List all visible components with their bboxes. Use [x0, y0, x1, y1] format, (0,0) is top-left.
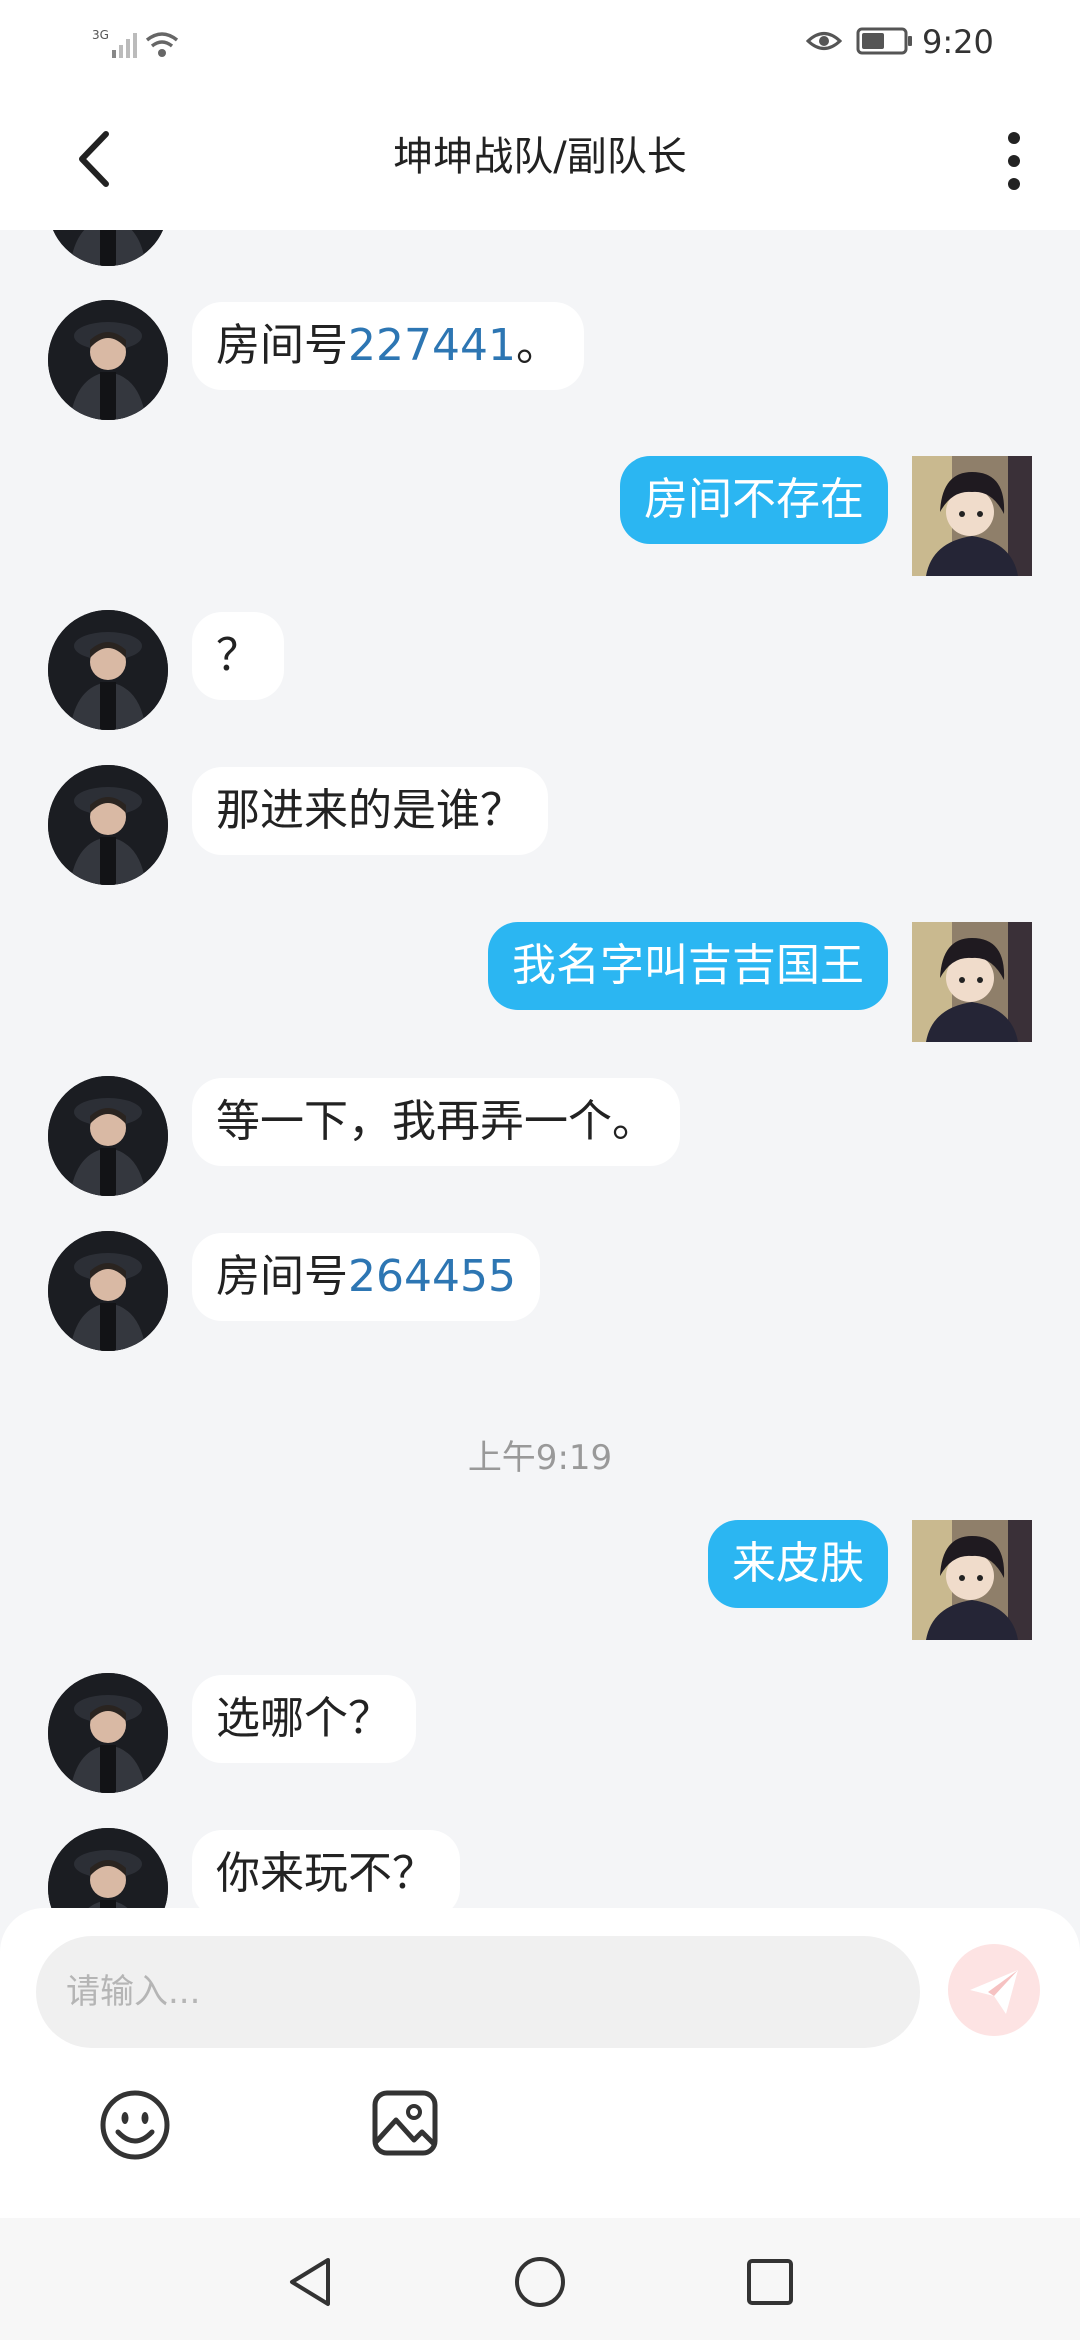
- message-bubble[interactable]: 房间号264455: [192, 1233, 540, 1321]
- my-avatar[interactable]: [912, 456, 1032, 576]
- nav-back-icon[interactable]: [282, 2254, 338, 2310]
- contact-avatar[interactable]: [48, 610, 168, 730]
- send-plane-icon: [970, 1970, 1018, 2014]
- message-bubble[interactable]: 选哪个？: [192, 1675, 416, 1763]
- my-avatar-image: [912, 922, 1032, 1042]
- contact-avatar-image: [48, 300, 168, 420]
- contact-avatar[interactable]: [48, 1076, 168, 1196]
- nav-home-icon[interactable]: [512, 2254, 568, 2310]
- message-text-suffix: 。: [515, 320, 560, 371]
- my-avatar[interactable]: [912, 922, 1032, 1042]
- message-input[interactable]: [36, 1936, 920, 2048]
- message-bubble[interactable]: 等一下，我再弄一个。: [192, 1078, 680, 1166]
- clock-time: 9:20: [922, 23, 994, 61]
- contact-avatar-image: [48, 1828, 168, 1910]
- message-bubble[interactable]: ？: [192, 612, 284, 700]
- chat-title: 坤坤战队/副队长: [393, 134, 687, 180]
- emoji-icon[interactable]: [98, 2088, 172, 2162]
- contact-avatar-image: [48, 765, 168, 885]
- status-bar: 3G 9:20: [0, 0, 1080, 84]
- more-options-icon[interactable]: [996, 126, 1032, 196]
- message-bubble[interactable]: 我名字叫吉吉国王: [488, 922, 888, 1010]
- chat-header: 坤坤战队/副队长: [0, 84, 1080, 230]
- my-avatar-image: [912, 456, 1032, 576]
- contact-avatar[interactable]: [48, 1673, 168, 1793]
- my-avatar[interactable]: [912, 1520, 1032, 1640]
- network-type: 3G: [92, 28, 109, 42]
- send-button[interactable]: [948, 1944, 1040, 2036]
- signal-wifi-icon: 3G: [92, 28, 179, 58]
- contact-avatar-image: [48, 1076, 168, 1196]
- message-text: 房间号: [216, 320, 348, 371]
- message-composer: [0, 1908, 1080, 2218]
- my-avatar-image: [912, 1520, 1032, 1640]
- room-number-link[interactable]: 227441: [348, 320, 516, 371]
- battery-icon: [856, 27, 912, 55]
- contact-avatar[interactable]: [48, 230, 168, 266]
- contact-avatar-image: [48, 1673, 168, 1793]
- message-timestamp: 上午9:19: [467, 1438, 613, 1478]
- contact-avatar-image: [48, 1231, 168, 1351]
- system-navigation-bar: [0, 2218, 1080, 2340]
- message-bubble[interactable]: 你来玩不？: [192, 1830, 460, 1910]
- message-bubble[interactable]: 来皮肤: [708, 1520, 888, 1608]
- message-text: 房间号: [216, 1251, 348, 1302]
- chat-message-list[interactable]: 房间号227441。 房间不存在 ？ 那进来的是谁？ 我名字叫吉吉国王 等一下，…: [0, 230, 1080, 1910]
- contact-avatar[interactable]: [48, 300, 168, 420]
- message-bubble[interactable]: 那进来的是谁？: [192, 767, 548, 855]
- contact-avatar-image: [48, 230, 168, 266]
- contact-avatar-image: [48, 610, 168, 730]
- contact-avatar[interactable]: [48, 765, 168, 885]
- message-bubble[interactable]: 房间不存在: [620, 456, 888, 544]
- image-picker-icon[interactable]: [370, 2088, 440, 2158]
- contact-avatar[interactable]: [48, 1231, 168, 1351]
- nav-recents-icon[interactable]: [742, 2254, 798, 2310]
- contact-avatar[interactable]: [48, 1828, 168, 1910]
- eye-comfort-icon: [806, 32, 842, 50]
- message-bubble[interactable]: 房间号227441。: [192, 302, 584, 390]
- room-number-link[interactable]: 264455: [348, 1251, 516, 1302]
